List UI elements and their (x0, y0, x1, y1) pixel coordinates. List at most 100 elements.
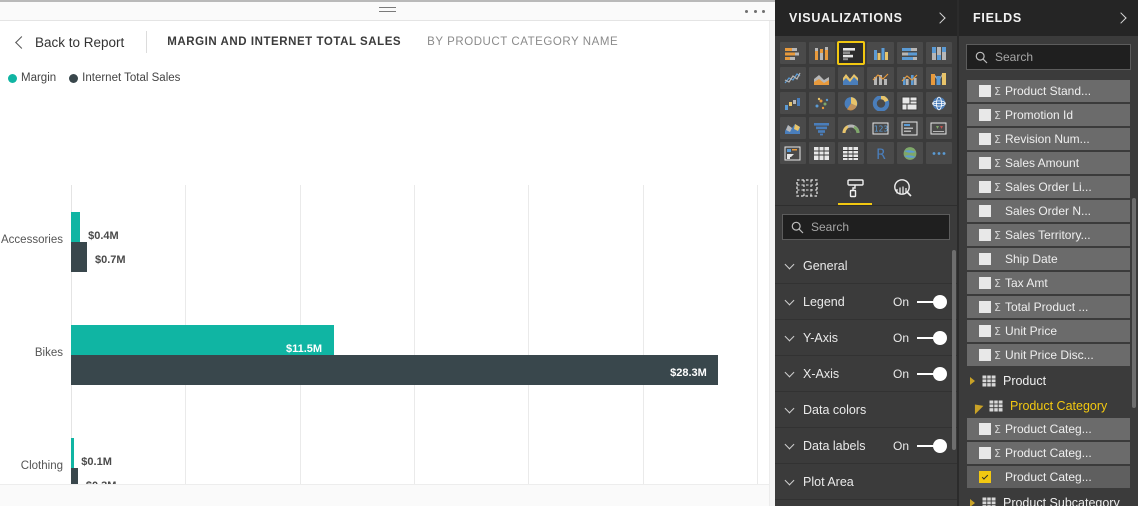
stacked-bar-chart-icon[interactable] (780, 42, 806, 64)
donut-chart-icon[interactable] (867, 92, 893, 114)
format-search-input[interactable]: Search (782, 214, 950, 240)
table-visual-icon[interactable] (809, 142, 835, 164)
format-section-plot-area[interactable]: Plot Area (775, 464, 957, 500)
table-item[interactable]: Product Category (959, 393, 1138, 418)
bar-accessories-margin[interactable] (71, 212, 80, 242)
plot-area[interactable]: $0.4M$0.7MAccessories$11.5M$28.3MBikes$0… (71, 185, 757, 506)
field-item[interactable]: ΣPromotion Id (967, 104, 1130, 126)
toggle-switch[interactable] (917, 295, 947, 309)
analytics-tab[interactable] (879, 171, 927, 205)
field-checkbox[interactable] (979, 157, 991, 169)
ribbon-chart-icon[interactable] (926, 67, 952, 89)
format-sections-list[interactable]: GeneralLegendOnY-AxisOnX-AxisOnData colo… (775, 248, 957, 500)
field-item[interactable]: Sales Order N... (967, 200, 1130, 222)
field-checkbox[interactable] (979, 423, 991, 435)
field-item[interactable]: Ship Date (967, 248, 1130, 270)
field-item[interactable]: ΣProduct Stand... (967, 80, 1130, 102)
format-tab[interactable] (831, 171, 879, 205)
field-item[interactable]: ΣSales Territory... (967, 224, 1130, 246)
treemap-chart-icon[interactable] (897, 92, 923, 114)
field-checkbox[interactable] (979, 349, 991, 361)
kpi-visual-icon[interactable] (926, 117, 952, 139)
field-item[interactable]: ΣRevision Num... (967, 128, 1130, 150)
field-checkbox[interactable] (979, 85, 991, 97)
field-checkbox[interactable] (979, 109, 991, 121)
field-item[interactable]: ΣTax Amt (967, 272, 1130, 294)
waterfall-chart-icon[interactable] (780, 92, 806, 114)
multi-row-card-visual-icon[interactable] (897, 117, 923, 139)
format-section-legend[interactable]: LegendOn (775, 284, 957, 320)
stacked-area-chart-icon[interactable] (838, 67, 864, 89)
pie-chart-icon[interactable] (838, 92, 864, 114)
field-checkbox[interactable] (979, 181, 991, 193)
fields-list[interactable]: ΣProduct Stand...ΣPromotion IdΣRevision … (959, 78, 1138, 506)
bar-bikes-internet-total-sales[interactable] (71, 355, 718, 385)
100-percent-stacked-bar-chart-icon[interactable] (897, 42, 923, 64)
field-item[interactable]: ΣSales Amount (967, 152, 1130, 174)
expand-arrow-open-icon[interactable] (969, 399, 984, 414)
bar-chart[interactable]: $0.4M$0.7MAccessories$11.5M$28.3MBikes$0… (0, 87, 775, 500)
toggle-switch[interactable] (917, 331, 947, 345)
more-visuals-icon[interactable] (926, 142, 952, 164)
format-section-data-labels[interactable]: Data labelsOn (775, 428, 957, 464)
format-section-y-axis[interactable]: Y-AxisOn (775, 320, 957, 356)
more-options-icon[interactable] (743, 4, 767, 18)
field-checkbox[interactable] (979, 253, 991, 265)
field-checkbox[interactable] (979, 301, 991, 313)
field-item[interactable]: Product Categ... (967, 466, 1130, 488)
bar-accessories-internet-total-sales[interactable] (71, 242, 87, 272)
line-chart-icon[interactable] (780, 67, 806, 89)
expand-arrow-closed-icon[interactable] (970, 377, 975, 385)
field-checkbox[interactable] (979, 277, 991, 289)
slicer-visual-icon[interactable] (780, 142, 806, 164)
funnel-chart-icon[interactable] (809, 117, 835, 139)
stacked-column-chart-icon[interactable] (809, 42, 835, 64)
legend-item-margin[interactable]: Margin (8, 72, 56, 84)
line-and-stacked-column-chart-icon[interactable] (867, 67, 893, 89)
field-checkbox[interactable] (979, 447, 991, 459)
visualization-type-grid[interactable]: 123 R (775, 36, 957, 170)
clustered-column-chart-icon[interactable] (867, 42, 893, 64)
field-item[interactable]: ΣUnit Price (967, 320, 1130, 342)
scatter-chart-icon[interactable] (809, 92, 835, 114)
toggle-switch[interactable] (917, 439, 947, 453)
format-section-data-colors[interactable]: Data colors (775, 392, 957, 428)
expand-arrow-closed-icon[interactable] (970, 499, 975, 506)
bar-clothing-margin[interactable] (71, 438, 74, 468)
field-checkbox[interactable] (979, 133, 991, 145)
field-item[interactable]: ΣProduct Categ... (967, 418, 1130, 440)
field-checkbox[interactable] (979, 325, 991, 337)
area-chart-icon[interactable] (809, 67, 835, 89)
field-checkbox[interactable] (979, 229, 991, 241)
field-checkbox[interactable] (979, 205, 991, 217)
back-to-report-button[interactable]: Back to Report (17, 35, 124, 50)
format-scrollbar[interactable] (952, 250, 956, 450)
drag-handle-icon[interactable] (379, 7, 396, 13)
table-item[interactable]: Product Subcategory (959, 490, 1138, 506)
fields-tab[interactable] (783, 171, 831, 205)
100-percent-stacked-column-chart-icon[interactable] (926, 42, 952, 64)
format-section-x-axis[interactable]: X-AxisOn (775, 356, 957, 392)
arcgis-maps-visual-icon[interactable] (897, 142, 923, 164)
r-script-visual-icon[interactable]: R (867, 142, 893, 164)
format-section-general[interactable]: General (775, 248, 957, 284)
table-item[interactable]: Product (959, 368, 1138, 393)
legend-item-internet-total-sales[interactable]: Internet Total Sales (69, 72, 180, 84)
field-item[interactable]: ΣSales Order Li... (967, 176, 1130, 198)
field-item[interactable]: ΣUnit Price Disc... (967, 344, 1130, 366)
fields-scrollbar[interactable] (1132, 198, 1136, 408)
field-checkbox[interactable] (979, 471, 991, 483)
line-and-clustered-column-chart-icon[interactable] (897, 67, 923, 89)
field-item[interactable]: ΣProduct Categ... (967, 442, 1130, 464)
toggle-switch[interactable] (917, 367, 947, 381)
matrix-visual-icon[interactable] (838, 142, 864, 164)
card-visual-icon[interactable]: 123 (867, 117, 893, 139)
clustered-bar-chart-icon[interactable] (838, 42, 864, 64)
chevron-right-icon[interactable] (934, 12, 945, 23)
fields-search-input[interactable]: Search (966, 44, 1131, 70)
filled-map-chart-icon[interactable] (780, 117, 806, 139)
field-item[interactable]: ΣTotal Product ... (967, 296, 1130, 318)
map-chart-icon[interactable] (926, 92, 952, 114)
gauge-chart-icon[interactable] (838, 117, 864, 139)
chevron-right-icon[interactable] (1115, 12, 1126, 23)
